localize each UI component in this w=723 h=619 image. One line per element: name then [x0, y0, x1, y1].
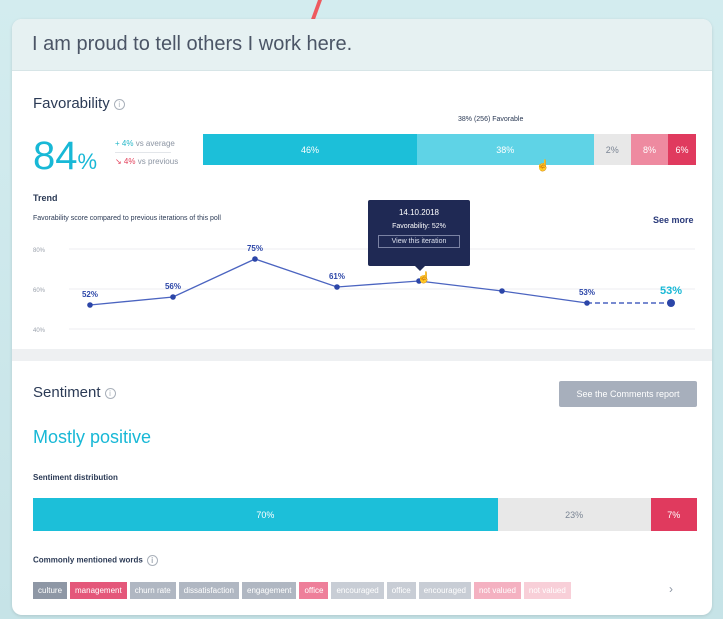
trend-point-label: 56% [165, 282, 181, 291]
y-tick-label: 80% [33, 248, 46, 254]
word-chip[interactable]: encouraged [418, 582, 471, 599]
favorability-title-text: Favorability [33, 95, 110, 112]
info-icon[interactable]: i [113, 98, 125, 110]
delta-divider [115, 152, 171, 153]
delta-vs-previous-value: ↘ 4% [115, 157, 136, 166]
sentiment-distribution-title: Sentiment distribution [33, 473, 118, 482]
sentiment-segment[interactable]: 70% [33, 498, 498, 531]
word-chip[interactable]: culture [33, 582, 68, 599]
favorability-segment[interactable]: 2% [593, 134, 631, 165]
favorability-segment[interactable]: 8% [630, 134, 669, 165]
trend-point-label: 75% [247, 244, 263, 253]
trend-point [170, 294, 176, 300]
favorability-segment[interactable]: 46% [203, 134, 417, 165]
favorability-segment[interactable]: 38% [416, 134, 594, 165]
sentiment-summary: Mostly positive [33, 427, 152, 447]
favorability-segment[interactable]: 6% [668, 134, 696, 165]
word-chip[interactable]: not valued [523, 582, 571, 599]
sentiment-segment[interactable]: 23% [497, 498, 651, 531]
hand-cursor-icon: ☝ [536, 160, 550, 172]
trend-point [334, 284, 340, 290]
word-chip[interactable]: engagement [242, 582, 297, 599]
question-text: I am proud to tell others I work here. [32, 33, 353, 55]
favorability-score: 84% [33, 134, 97, 179]
word-chip[interactable]: dissatisfaction [178, 582, 239, 599]
favorability-score-unit: % [77, 149, 98, 174]
hand-cursor-icon-2: ☝ [417, 272, 431, 284]
word-chips: culture management churn rate dissatisfacti… [33, 582, 571, 599]
tooltip-date: 14.10.2018 [398, 208, 440, 217]
delta-vs-average-value: + 4% [115, 139, 134, 148]
view-iteration-button[interactable]: View this iteration [378, 235, 460, 248]
delta-vs-average-label: vs average [135, 139, 175, 148]
word-chip[interactable]: churn rate [129, 582, 176, 599]
word-chip[interactable]: management [70, 582, 127, 599]
words-info-icon[interactable]: i [146, 555, 158, 566]
comments-report-button[interactable]: See the Comments report [559, 381, 697, 407]
trend-point [499, 288, 505, 294]
word-chip[interactable]: office [386, 582, 416, 599]
favorability-bar: 46% 38% 2% 8% 6% [203, 134, 696, 165]
trend-subtitle: Favorability score compared to previous … [33, 215, 221, 222]
trend-point [87, 302, 93, 308]
delta-vs-average: + 4% vs average [115, 139, 175, 148]
trend-point-label: 61% [329, 272, 345, 281]
delta-vs-previous: ↘ 4% vs previous [115, 157, 178, 166]
chips-fade [612, 579, 672, 603]
chevron-right-icon[interactable]: › [669, 582, 673, 596]
see-more-link[interactable]: See more [653, 215, 694, 225]
tooltip-value: Favorability: 52% [392, 223, 446, 230]
sentiment-info-icon[interactable]: i [104, 387, 116, 399]
trend-point-label: 53% [660, 285, 682, 297]
trend-point [252, 256, 258, 262]
trend-title: Trend [33, 193, 58, 203]
favorability-score-value: 84 [33, 134, 78, 178]
word-chip[interactable]: not valued [473, 582, 521, 599]
question-card: I am proud to tell others I work here. F… [12, 19, 712, 615]
sentiment-title-text: Sentiment [33, 384, 101, 401]
section-divider [12, 349, 712, 361]
words-title: Commonly mentioned words i [33, 555, 158, 566]
sentiment-title: Sentiment i [33, 384, 116, 401]
sentiment-segment[interactable]: 7% [650, 498, 697, 531]
trend-tooltip: 14.10.2018 Favorability: 52% View this i… [368, 200, 470, 266]
words-title-text: Commonly mentioned words [33, 555, 143, 565]
trend-point [667, 299, 675, 307]
card-header: I am proud to tell others I work here. [12, 19, 712, 71]
trend-point-label: 53% [579, 288, 595, 297]
y-tick-label: 60% [33, 288, 46, 294]
favorability-title: Favorability i [33, 95, 125, 112]
trend-point-label: 52% [82, 290, 98, 299]
delta-vs-previous-label: vs previous [137, 157, 179, 166]
trend-point [584, 300, 590, 306]
sentiment-bar: 70% 23% 7% [33, 498, 697, 531]
favorable-bar-caption: 38% (256) Favorable [458, 116, 524, 123]
y-tick-label: 40% [33, 328, 46, 334]
word-chip[interactable]: encouraged [331, 582, 384, 599]
word-chip[interactable]: office [299, 582, 329, 599]
trend-chart: 80% 60% 40% 52% 56% 75% 61% 53% 53% [33, 244, 695, 334]
